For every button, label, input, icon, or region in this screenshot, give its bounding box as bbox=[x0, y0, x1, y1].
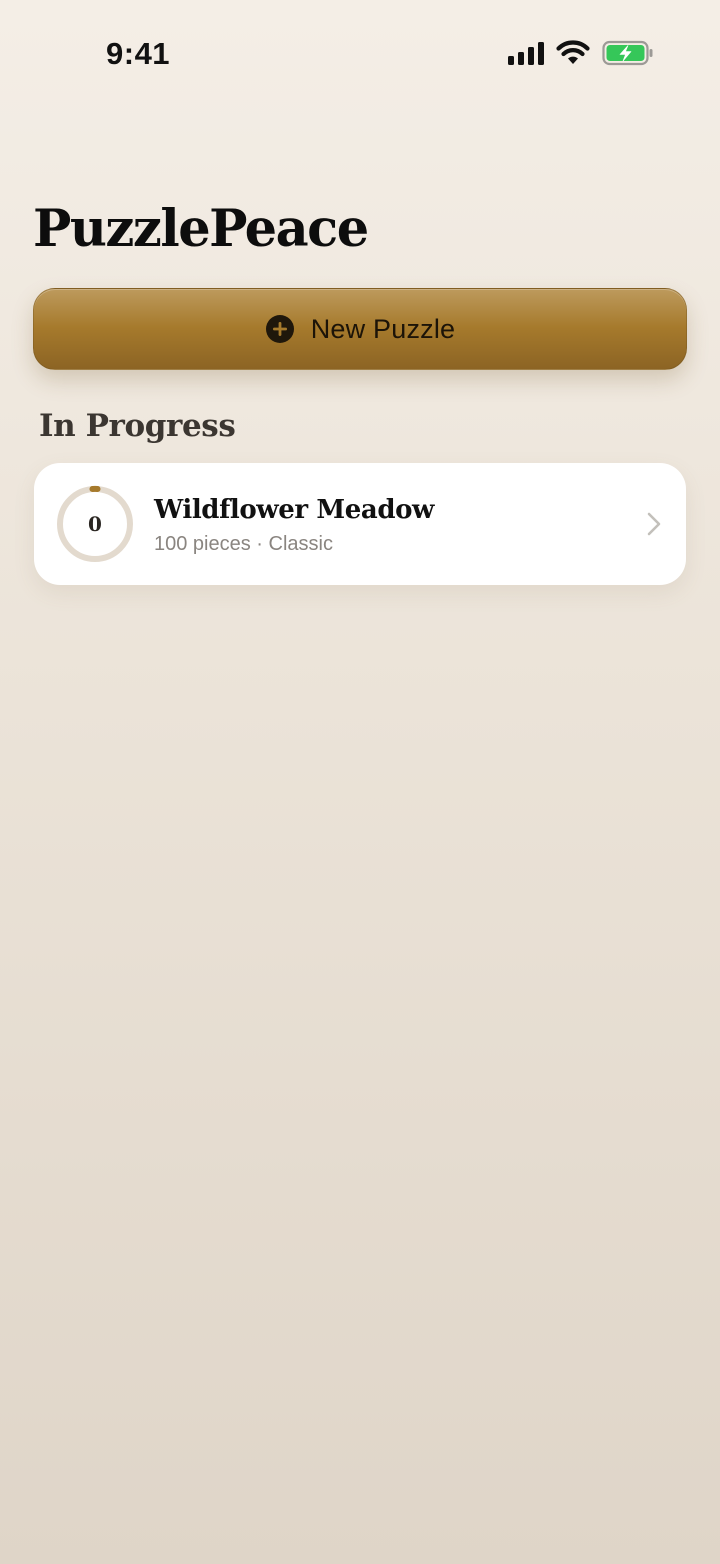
status-bar: 9:41 bbox=[0, 0, 720, 100]
puzzle-meta: 100 pieces · Classic bbox=[154, 533, 333, 555]
status-time: 9:41 bbox=[106, 36, 171, 71]
puzzle-name: Wildflower Meadow bbox=[154, 495, 435, 525]
new-puzzle-button[interactable]: New Puzzle bbox=[33, 288, 687, 370]
chevron-right-icon bbox=[647, 512, 661, 536]
plus-circle-icon bbox=[265, 315, 294, 343]
section-title-in-progress: In Progress bbox=[39, 408, 236, 444]
progress-value: 0 bbox=[88, 512, 102, 536]
cellular-signal-icon bbox=[508, 42, 544, 65]
app-title: PuzzlePeace bbox=[33, 199, 369, 259]
puzzle-list-item[interactable]: 0 Wildflower Meadow 100 pieces · Classic bbox=[34, 463, 686, 585]
status-icons bbox=[508, 38, 654, 68]
battery-charging-icon bbox=[602, 40, 653, 66]
wifi-icon bbox=[556, 40, 590, 64]
new-puzzle-label: New Puzzle bbox=[310, 313, 456, 344]
